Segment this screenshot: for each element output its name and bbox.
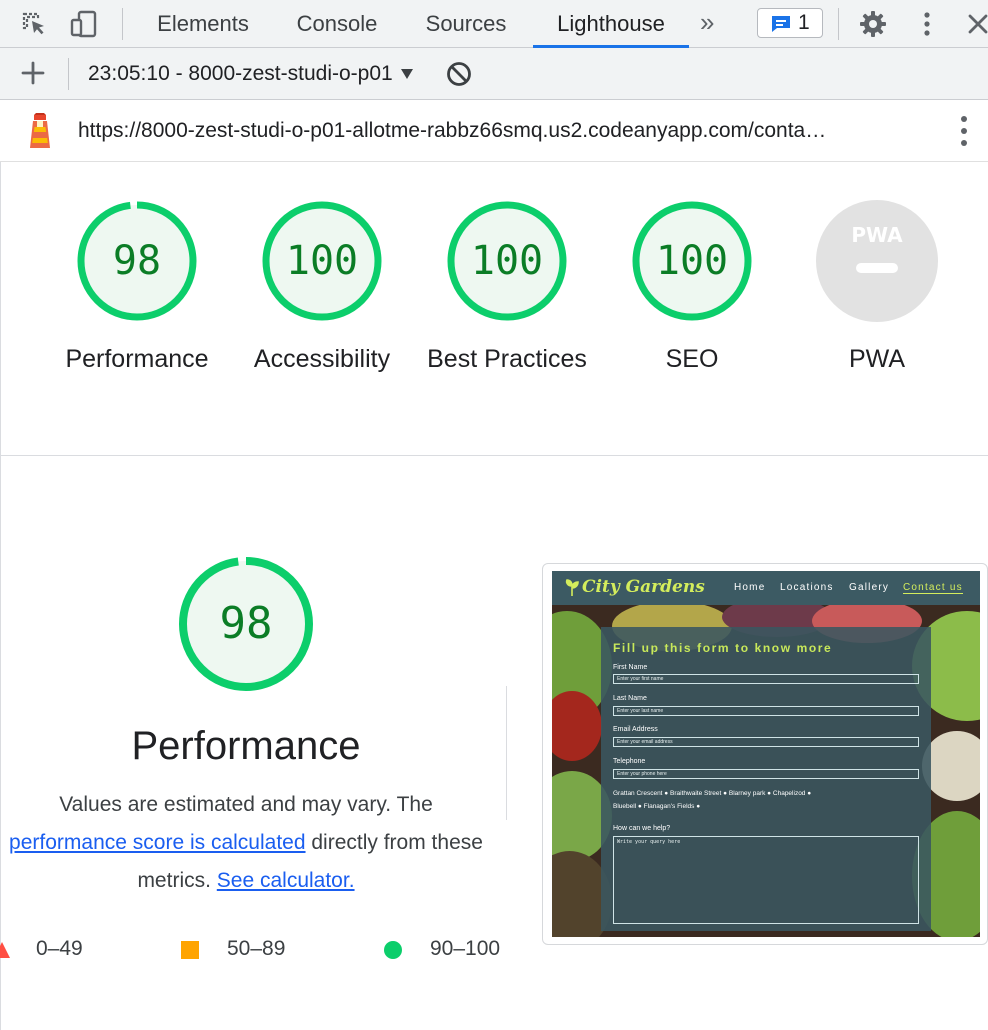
section-divider — [506, 686, 507, 820]
new-report-plus-icon[interactable] — [20, 60, 46, 86]
site-nav-gallery: Gallery — [849, 582, 890, 593]
report-edge — [0, 162, 1, 1030]
form-input: Enter your email address — [613, 737, 919, 747]
gauge-label-seo[interactable]: SEO — [592, 340, 792, 378]
device-toolbar-icon[interactable] — [68, 8, 100, 40]
gauge-seo[interactable]: 100 — [629, 198, 755, 324]
report-selector[interactable]: 23:05:10 - 8000-zest-studi-o-p01-allotme… — [88, 48, 393, 100]
performance-title: Performance — [131, 724, 361, 768]
gauge-label-best-practices[interactable]: Best Practices — [407, 340, 607, 378]
gauge-label-performance[interactable]: Performance — [37, 340, 237, 378]
pass-circle-icon — [384, 941, 402, 959]
form-input: Enter your last name — [613, 706, 919, 716]
legend-pass: 90–100 — [383, 934, 523, 964]
gauge-performance[interactable]: 98 — [74, 198, 200, 324]
see-calculator-link[interactable]: See calculator. — [217, 869, 355, 892]
performance-big-gauge: 98 — [176, 554, 316, 694]
devtools-tab-bar: Elements Console Sources Lighthouse » 1 — [0, 0, 988, 48]
gauge-label-accessibility[interactable]: Accessibility — [222, 340, 422, 378]
legend-pass-label: 90–100 — [430, 937, 501, 960]
form-label: Email Address — [613, 726, 658, 733]
location-radios: Bluebell ● Flanagan's Fields ● — [613, 803, 701, 810]
issues-counter-button[interactable]: 1 — [757, 8, 823, 38]
legend-fail-label: 0–49 — [36, 937, 83, 960]
tab-console[interactable]: Console — [284, 0, 390, 47]
more-options-icon[interactable] — [911, 8, 943, 40]
form-label: First Name — [613, 664, 648, 671]
close-icon[interactable] — [962, 8, 988, 40]
report-menu-icon[interactable] — [956, 114, 972, 148]
form-title: Fill up this form to know more — [613, 641, 833, 655]
report-url[interactable]: https://8000-zest-studi-o-p01-allotme-ra… — [78, 100, 918, 162]
issues-count: 1 — [798, 11, 810, 34]
gauge-score: 100 — [470, 238, 544, 284]
settings-gear-icon[interactable] — [857, 8, 889, 40]
leaf-logo-icon — [565, 579, 579, 596]
separator — [838, 8, 839, 40]
gauge-best-practices[interactable]: 100 — [444, 198, 570, 324]
separator — [122, 8, 123, 40]
lighthouse-logo-icon — [30, 113, 50, 148]
form-label: How can we help? — [613, 825, 671, 832]
location-radios: Grattan Crescent ● Braithwaite Street ● … — [613, 790, 812, 797]
separator — [68, 58, 69, 90]
site-nav-home: Home — [734, 582, 766, 593]
pwa-badge-text: PWA — [851, 223, 903, 247]
gauge-score: 100 — [285, 238, 359, 284]
performance-description: Values are estimated and may vary. The p… — [6, 786, 486, 900]
form-input: Enter your phone here — [613, 769, 919, 779]
dropdown-arrow-icon[interactable] — [400, 68, 414, 80]
performance-score: 98 — [219, 598, 273, 649]
form-input: Enter your first name — [613, 674, 919, 684]
tab-lighthouse[interactable]: Lighthouse — [533, 0, 689, 48]
gauge-accessibility[interactable]: 100 — [259, 198, 385, 324]
inspect-element-icon[interactable] — [18, 8, 50, 40]
site-navbar: City Gardens Home Locations Gallery Cont… — [552, 571, 980, 605]
section-divider — [0, 455, 988, 456]
legend-fail: 0–49 — [0, 934, 100, 964]
contact-form-panel: Fill up this form to know more First Nam… — [601, 627, 931, 931]
tab-elements[interactable]: Elements — [145, 0, 261, 47]
site-nav-contact: Contact us — [903, 582, 963, 594]
site-logo: City Gardens — [582, 577, 705, 597]
desc-text: Values are estimated and may vary. The — [59, 793, 433, 816]
gauge-score: 100 — [655, 238, 729, 284]
pwa-badge-icon: PWA — [816, 200, 938, 322]
final-screenshot[interactable]: City Gardens Home Locations Gallery Cont… — [552, 571, 980, 937]
legend-average: 50–89 — [180, 934, 310, 964]
fail-triangle-icon — [0, 942, 10, 958]
gauge-label-pwa[interactable]: PWA — [777, 340, 977, 378]
message-icon — [772, 16, 790, 32]
legend-average-label: 50–89 — [227, 937, 286, 960]
average-square-icon — [181, 941, 199, 959]
gauge-score: 98 — [112, 238, 162, 284]
tab-sources[interactable]: Sources — [412, 0, 520, 47]
gauge-pwa[interactable]: PWA — [814, 198, 940, 324]
site-nav-locations: Locations — [780, 582, 834, 593]
report-url-bar: https://8000-zest-studi-o-p01-allotme-ra… — [0, 100, 988, 162]
form-label: Last Name — [613, 695, 647, 702]
lighthouse-toolbar: 23:05:10 - 8000-zest-studi-o-p01-allotme… — [0, 48, 988, 100]
more-tabs-icon[interactable]: » — [700, 0, 714, 47]
score-calculated-link[interactable]: performance score is calculated — [9, 831, 305, 854]
form-textarea: Write your query here — [613, 836, 919, 924]
clear-all-icon[interactable] — [446, 61, 472, 87]
form-label: Telephone — [613, 758, 646, 765]
